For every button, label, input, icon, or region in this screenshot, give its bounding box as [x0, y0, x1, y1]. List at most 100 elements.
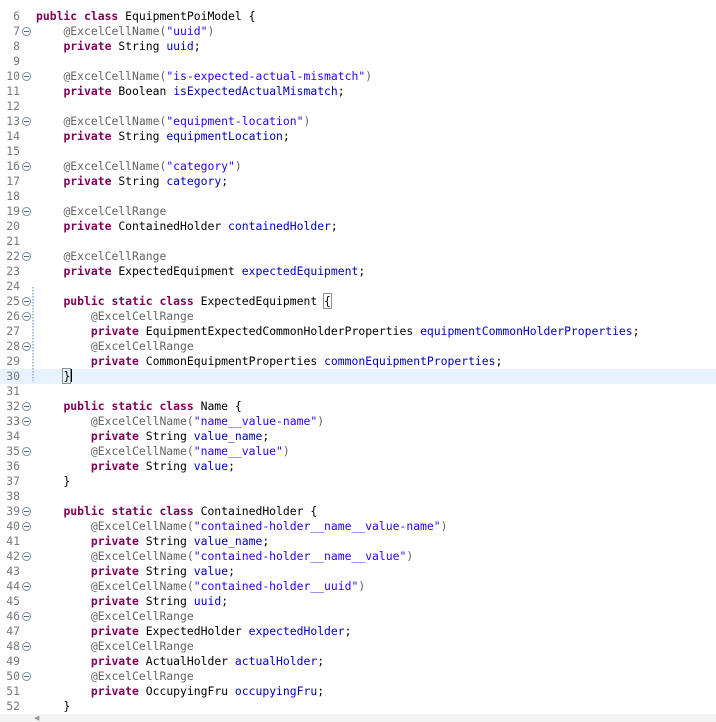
code-line[interactable]: 47 private ExpectedHolder expectedHolder…: [0, 624, 716, 639]
code-line[interactable]: 12: [0, 99, 716, 114]
fold-collapse-icon[interactable]: [22, 252, 31, 261]
code-line[interactable]: 34 private String value_name;: [0, 429, 716, 444]
code-line[interactable]: 13 @ExcelCellName("equipment-location"): [0, 114, 716, 129]
field-token: isExpectedActualMismatch: [173, 84, 338, 98]
code-editor[interactable]: 6 public class EquipmentPoiModel {7 @Exce…: [0, 0, 716, 722]
line-number: 43: [6, 564, 20, 578]
code-line[interactable]: 31: [0, 384, 716, 399]
line-number: 23: [6, 264, 20, 278]
code-token: ;: [228, 459, 235, 473]
code-line[interactable]: 7 @ExcelCellName("uuid"): [0, 24, 716, 39]
code-text: private String uuid;: [36, 39, 201, 54]
fold-collapse-icon[interactable]: [22, 27, 31, 36]
code-line[interactable]: 29 private CommonEquipmentProperties com…: [0, 354, 716, 369]
fold-collapse-icon[interactable]: [22, 297, 31, 306]
code-line[interactable]: 52 }: [0, 699, 716, 714]
fold-collapse-icon[interactable]: [22, 162, 31, 171]
code-line[interactable]: 42 @ExcelCellName("contained-holder__nam…: [0, 549, 716, 564]
code-line[interactable]: 38: [0, 489, 716, 504]
code-line[interactable]: 39 public static class ContainedHolder {: [0, 504, 716, 519]
code-line[interactable]: 41 private String value_name;: [0, 534, 716, 549]
line-number: 47: [6, 624, 20, 638]
line-number: 12: [6, 99, 20, 113]
code-line[interactable]: 16 @ExcelCellName("category"): [0, 159, 716, 174]
code-line[interactable]: 18: [0, 189, 716, 204]
fold-collapse-icon[interactable]: [22, 402, 31, 411]
code-line[interactable]: 17 private String category;: [0, 174, 716, 189]
code-line[interactable]: 11 private Boolean isExpectedActualMisma…: [0, 84, 716, 99]
code-line[interactable]: 33 @ExcelCellName("name__value-name"): [0, 414, 716, 429]
fold-collapse-icon[interactable]: [22, 117, 31, 126]
fold-collapse-icon[interactable]: [22, 642, 31, 651]
code-line[interactable]: 45 private String uuid;: [0, 594, 716, 609]
code-line[interactable]: 44 @ExcelCellName("contained-holder__uui…: [0, 579, 716, 594]
fold-collapse-icon[interactable]: [22, 207, 31, 216]
fold-collapse-icon[interactable]: [22, 552, 31, 561]
fold-collapse-icon[interactable]: [22, 72, 31, 81]
code-line[interactable]: 40 @ExcelCellName("contained-holder__nam…: [0, 519, 716, 534]
code-line[interactable]: 8 private String uuid;: [0, 39, 716, 54]
code-line[interactable]: 32 public static class Name {: [0, 399, 716, 414]
code-text: @ExcelCellName("equipment-location"): [36, 114, 310, 129]
code-line[interactable]: 36 private String value;: [0, 459, 716, 474]
code-line[interactable]: 43 private String value;: [0, 564, 716, 579]
code-line[interactable]: 24: [0, 279, 716, 294]
fold-collapse-icon[interactable]: [22, 342, 31, 351]
code-line[interactable]: 23 private ExpectedEquipment expectedEqu…: [0, 264, 716, 279]
code-text: @ExcelCellName("uuid"): [36, 24, 214, 39]
keyword-token: private: [90, 564, 146, 578]
fold-collapse-icon[interactable]: [22, 507, 31, 516]
code-line[interactable]: 14 private String equipmentLocation;: [0, 129, 716, 144]
code-text: private String uuid;: [36, 594, 228, 609]
code-line[interactable]: 30 }: [0, 368, 716, 384]
code-line[interactable]: 35 @ExcelCellName("name__value"): [0, 444, 716, 459]
keyword-token: private: [90, 684, 146, 698]
scroll-left-arrow-icon[interactable]: ◀: [34, 714, 40, 722]
string-token: "is-expected-actual-mismatch": [166, 69, 366, 83]
code-line[interactable]: 25 public static class ExpectedEquipment…: [0, 293, 716, 309]
code-line[interactable]: 6 public class EquipmentPoiModel {: [0, 9, 716, 24]
code-line[interactable]: 21: [0, 234, 716, 249]
code-line[interactable]: 15: [0, 144, 716, 159]
horizontal-scrollbar[interactable]: ◀: [0, 714, 716, 722]
code-text: private ActualHolder actualHolder;: [36, 654, 324, 669]
fold-collapse-icon[interactable]: [22, 522, 31, 531]
code-line[interactable]: 50 @ExcelCellRange: [0, 669, 716, 684]
code-line[interactable]: 9: [0, 54, 716, 69]
code-line[interactable]: 20 private ContainedHolder containedHold…: [0, 219, 716, 234]
line-number: 45: [6, 594, 20, 608]
code-line[interactable]: 27 private EquipmentExpectedCommonHolder…: [0, 324, 716, 339]
keyword-token: private: [90, 429, 146, 443]
code-line[interactable]: 19 @ExcelCellRange: [0, 204, 716, 219]
code-text: @ExcelCellRange: [36, 204, 166, 219]
annotation-token: @ExcelCellRange: [90, 339, 194, 353]
code-line[interactable]: 37 }: [0, 474, 716, 489]
line-number: 17: [6, 174, 20, 188]
code-line[interactable]: 49 private ActualHolder actualHolder;: [0, 654, 716, 669]
code-line[interactable]: 26 @ExcelCellRange: [0, 309, 716, 324]
code-token: ;: [193, 39, 201, 53]
code-line[interactable]: 48 @ExcelCellRange: [0, 639, 716, 654]
annotation-token: @ExcelCellRange: [90, 669, 194, 683]
field-token: containedHolder: [228, 219, 331, 233]
fold-collapse-icon[interactable]: [22, 312, 31, 321]
code-text: private EquipmentExpectedCommonHolderPro…: [36, 324, 640, 339]
fold-collapse-icon[interactable]: [22, 582, 31, 591]
fold-collapse-icon[interactable]: [22, 417, 31, 426]
code-line[interactable]: 10 @ExcelCellName("is-expected-actual-mi…: [0, 69, 716, 84]
field-token: expectedEquipment: [241, 264, 359, 278]
code-line[interactable]: 28 @ExcelCellRange: [0, 339, 716, 354]
fold-collapse-icon[interactable]: [22, 447, 31, 456]
line-number: 16: [6, 159, 20, 173]
annotation-token: ): [317, 414, 325, 428]
fold-collapse-icon[interactable]: [22, 672, 31, 681]
code-line[interactable]: 51 private OccupyingFru occupyingFru;: [0, 684, 716, 699]
code-line[interactable]: 22 @ExcelCellRange: [0, 249, 716, 264]
code-text: @ExcelCellName("category"): [36, 159, 241, 174]
fold-collapse-icon[interactable]: [22, 612, 31, 621]
code-line[interactable]: 46 @ExcelCellRange: [0, 609, 716, 624]
annotation-token: ): [365, 69, 373, 83]
line-number: 11: [6, 84, 20, 98]
